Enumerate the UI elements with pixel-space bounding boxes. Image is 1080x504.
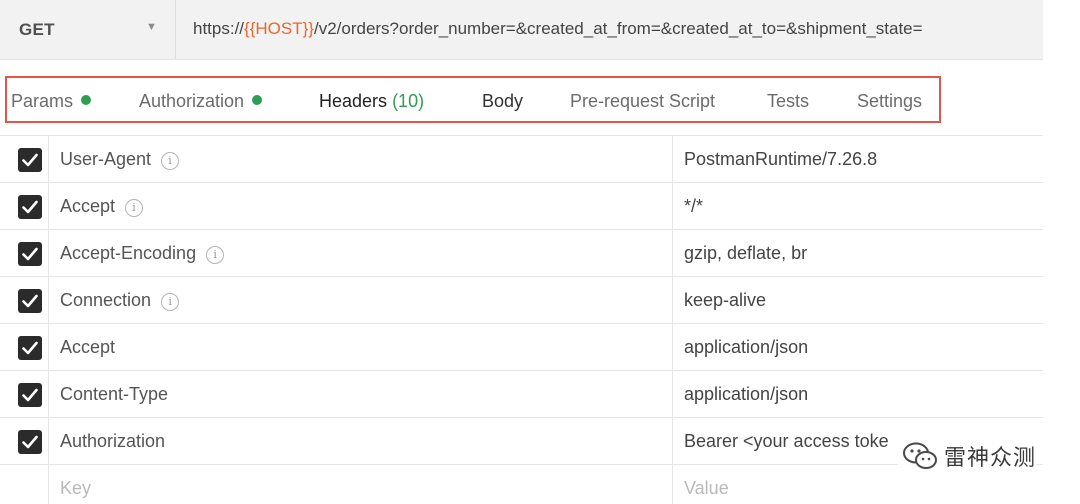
tab-pre-request-script[interactable]: Pre-request Script [570, 91, 715, 112]
url-suffix: /v2/orders?order_number=&created_at_from… [313, 19, 923, 38]
row-enabled-checkbox[interactable] [18, 336, 42, 360]
info-icon[interactable]: i [161, 293, 180, 311]
header-value[interactable]: gzip, deflate, br [684, 243, 807, 264]
table-row-new [0, 464, 1043, 504]
tab-label: Body [482, 91, 524, 111]
tab-body[interactable]: Body [482, 91, 523, 112]
header-key[interactable]: User-Agent i [60, 149, 180, 170]
check-icon [22, 153, 38, 167]
check-icon [22, 341, 38, 355]
header-key-label: Accept-Encoding [60, 243, 197, 263]
wechat-icon [903, 442, 937, 469]
check-icon [22, 247, 38, 261]
tab-label: Pre-request Script [570, 91, 716, 111]
status-dot [81, 95, 92, 105]
header-count-badge: (10) [392, 91, 425, 111]
row-enabled-checkbox[interactable] [18, 195, 42, 219]
new-key-input[interactable]: Key [60, 478, 91, 499]
header-value[interactable]: PostmanRuntime/7.26.8 [684, 149, 877, 170]
tab-tests[interactable]: Tests [767, 91, 809, 112]
header-key[interactable]: Accept-Encoding i [60, 243, 225, 264]
status-dot [252, 95, 263, 105]
header-key[interactable]: Authorization [60, 431, 165, 452]
check-icon [22, 294, 38, 308]
row-enabled-checkbox[interactable] [18, 430, 42, 454]
row-enabled-checkbox[interactable] [18, 148, 42, 172]
row-enabled-checkbox[interactable] [18, 242, 42, 266]
header-value[interactable]: application/json [684, 384, 808, 405]
header-key-label: User-Agent [60, 149, 152, 169]
tab-label: Authorization [139, 91, 245, 111]
info-icon[interactable]: i [125, 199, 144, 217]
check-icon [22, 200, 38, 214]
header-key[interactable]: Connection i [60, 290, 180, 311]
header-value[interactable]: Bearer <your access toke [684, 431, 889, 452]
tab-params[interactable]: Params [11, 91, 92, 112]
method-label: GET [19, 20, 55, 39]
header-key[interactable]: Accept [60, 337, 115, 358]
new-value-input[interactable]: Value [684, 478, 729, 499]
watermark: 雷神众测 [898, 436, 1037, 476]
header-key-label: Connection [60, 290, 152, 310]
url-input[interactable]: https://{{HOST}}/v2/orders?order_number=… [193, 19, 923, 39]
tab-settings[interactable]: Settings [857, 91, 922, 112]
row-enabled-checkbox[interactable] [18, 383, 42, 407]
row-enabled-checkbox[interactable] [18, 289, 42, 313]
table-row [0, 323, 1043, 370]
tab-label: Headers [319, 91, 388, 111]
postman-request-editor: GET ▼ https://{{HOST}}/v2/orders?order_n… [0, 0, 1080, 504]
tab-label: Params [11, 91, 74, 111]
header-value[interactable]: application/json [684, 337, 808, 358]
tab-authorization[interactable]: Authorization [139, 91, 263, 112]
url-variable-host: {{HOST}} [244, 19, 314, 38]
header-key[interactable]: Content-Type [60, 384, 168, 405]
header-value[interactable]: */* [684, 196, 703, 217]
header-value[interactable]: keep-alive [684, 290, 766, 311]
check-icon [22, 435, 38, 449]
header-key[interactable]: Accept i [60, 196, 144, 217]
watermark-text: 雷神众测 [944, 446, 1037, 471]
chevron-down-icon: ▼ [146, 21, 157, 33]
method-dropdown[interactable]: GET ▼ [0, 0, 176, 59]
header-key-label: Accept [60, 196, 116, 216]
info-icon[interactable]: i [161, 152, 180, 170]
check-icon [22, 388, 38, 402]
tab-headers[interactable]: Headers (10) [319, 91, 424, 112]
tab-label: Tests [767, 91, 810, 111]
url-bar: GET ▼ https://{{HOST}}/v2/orders?order_n… [0, 0, 1043, 60]
info-icon[interactable]: i [206, 246, 225, 264]
url-prefix: https:// [193, 19, 245, 38]
tab-label: Settings [857, 91, 923, 111]
table-row [0, 182, 1043, 229]
